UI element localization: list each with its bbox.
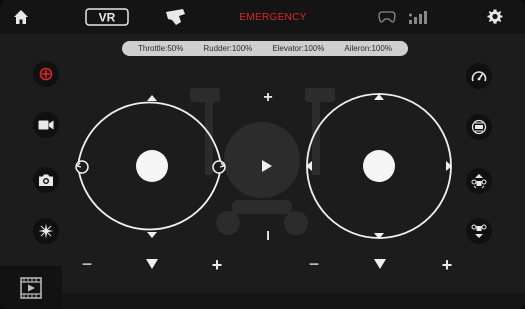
right-joystick[interactable] xyxy=(306,93,452,239)
triangle-down-icon xyxy=(146,259,158,269)
bottom-bar xyxy=(0,293,525,309)
right-joystick-knob[interactable] xyxy=(363,150,395,182)
film-play-icon xyxy=(20,276,42,299)
right-trim-down-button[interactable] xyxy=(372,257,388,271)
left-trim-plus-button[interactable]: + xyxy=(210,256,224,274)
drone-controller-screen: VR EMERGENCY Throttle:50% Rudder:100% El… xyxy=(0,0,525,309)
right-trim-minus-button[interactable]: − xyxy=(307,255,321,273)
media-gallery-button[interactable] xyxy=(0,266,62,309)
left-trim-minus-button[interactable]: − xyxy=(80,255,94,273)
right-trim-plus-button[interactable]: + xyxy=(440,256,454,274)
left-trim-down-button[interactable] xyxy=(144,257,160,271)
triangle-down-icon xyxy=(374,259,386,269)
